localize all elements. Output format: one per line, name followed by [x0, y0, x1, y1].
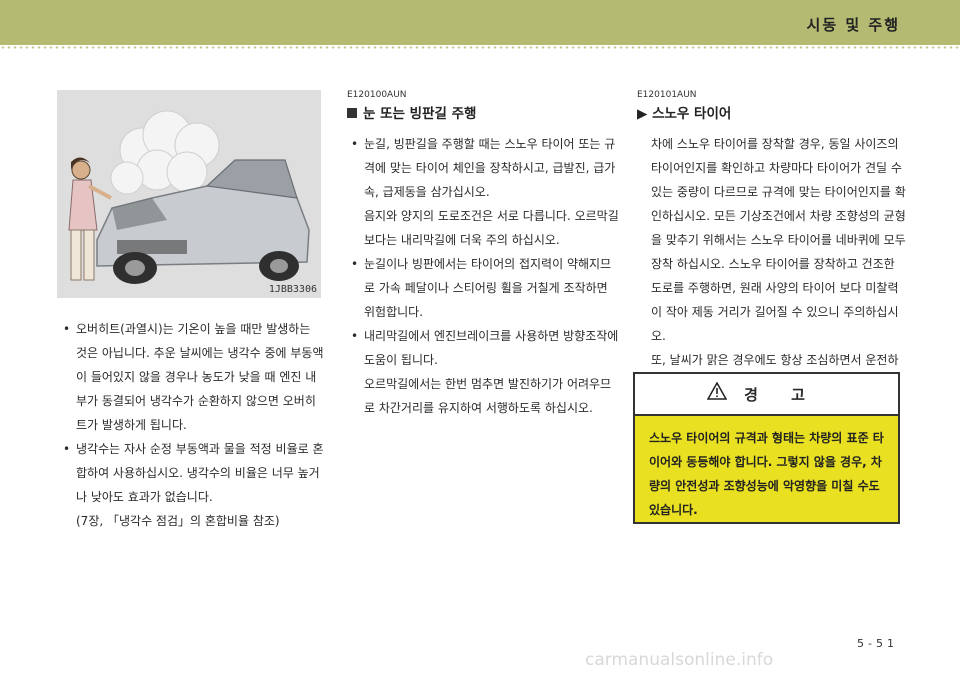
list-item: 눈길, 빙판길을 주행할 때는 스노우 타이어 또는 규격에 맞는 타이어 체인…	[351, 132, 619, 204]
page-number: 5-51	[857, 637, 898, 650]
list-item: 내리막길에서 엔진브레이크를 사용하면 방향조작에 도움이 됩니다.	[351, 324, 619, 372]
warning-text: 스노우 타이어의 규격과 형태는 차량의 표준 타이어와 동등해야 합니다. 그…	[649, 431, 884, 517]
warning-header: 경 고	[635, 374, 898, 416]
warning-box: 경 고 스노우 타이어의 규격과 형태는 차량의 표준 타이어와 동등해야 합니…	[633, 372, 900, 524]
watermark: carmanualsonline.info	[585, 650, 774, 670]
left-column: 오버히트(과열시)는 기온이 높을 때만 발생하는 것은 아닙니다. 추운 날씨…	[63, 317, 325, 533]
warning-title: 경 고	[744, 386, 819, 404]
section-body: 눈길, 빙판길을 주행할 때는 스노우 타이어 또는 규격에 맞는 타이어 체인…	[347, 132, 619, 420]
header-dotted-line	[0, 45, 960, 50]
reference-note: (7장, 「냉각수 점검」의 혼합비율 참조)	[76, 514, 280, 528]
section-heading: ▶ 스노우 타이어	[637, 106, 732, 122]
figure-code: 1JBB3306	[268, 284, 317, 295]
paragraph: 차에 스노우 타이어를 장착할 경우, 동일 사이즈의 타이어인지를 확인하고 …	[651, 137, 906, 343]
car-illustration-graphic	[57, 90, 321, 298]
right-column: E120101AUN ▶ 스노우 타이어 차에 스노우 타이어를 장착할 경우,…	[637, 90, 909, 396]
list-item: 눈길이나 빙판에서는 타이어의 접지력이 약해지므로 가속 페달이나 스티어링 …	[351, 252, 619, 324]
section-body: 차에 스노우 타이어를 장착할 경우, 동일 사이즈의 타이어인지를 확인하고 …	[637, 132, 909, 396]
paragraph: 오르막길에서는 한번 멈추면 발진하기가 어려우므로 차간거리를 유지하여 서행…	[364, 377, 612, 415]
list-item: 냉각수는 자사 순정 부동액과 물을 적정 비율로 혼합하여 사용하십시오. 냉…	[63, 437, 325, 509]
header-bar: 시동 및 주행	[0, 0, 960, 45]
section-title: 시동 및 주행	[806, 16, 900, 34]
overheating-car-illustration: 1JBB3306	[57, 90, 321, 298]
paragraph: 음지와 양지의 도로조건은 서로 다릅니다. 오르막길 보다는 내리막길에 더욱…	[364, 209, 619, 247]
middle-column: E120100AUN 눈 또는 빙판길 주행 눈길, 빙판길을 주행할 때는 스…	[347, 90, 619, 420]
section-code: E120100AUN	[347, 90, 407, 100]
section-code: E120101AUN	[637, 90, 697, 100]
section-heading-text: 눈 또는 빙판길 주행	[363, 106, 477, 122]
square-bullet-icon	[347, 108, 357, 118]
section-heading: 눈 또는 빙판길 주행	[347, 102, 619, 122]
list-item: 오버히트(과열시)는 기온이 높을 때만 발생하는 것은 아닙니다. 추운 날씨…	[63, 317, 325, 437]
